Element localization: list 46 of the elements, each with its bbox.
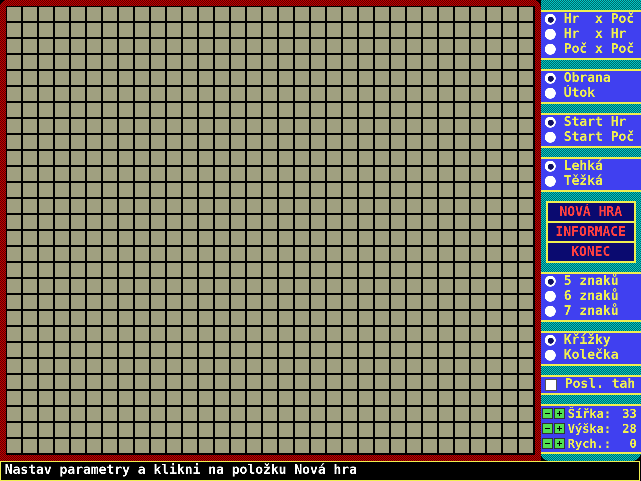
radio-option[interactable]: 7 znaků	[545, 304, 641, 319]
minus-button[interactable]	[542, 423, 553, 434]
option-label: Kolečka	[564, 348, 619, 363]
option-label: 6 znaků	[564, 289, 619, 304]
option-label: Obrana	[564, 71, 611, 86]
radio-option[interactable]: 6 znaků	[545, 289, 641, 304]
option-label: 7 znaků	[564, 304, 619, 319]
setting-label: Šířka:	[568, 406, 612, 420]
status-bar: Nastav parametry a klikni na položku Nová hra	[0, 461, 640, 481]
setting-value: 0	[630, 436, 637, 450]
option-label: Hr x Poč	[564, 12, 634, 27]
option-label: 5 znaků	[564, 274, 619, 289]
radio-option[interactable]: Start Poč	[545, 130, 641, 145]
option-label: Útok	[564, 86, 596, 101]
radio-option[interactable]: Poč x Poč	[545, 42, 641, 57]
option-label: Start Poč	[564, 130, 634, 145]
radio-option[interactable]: Útok	[545, 86, 641, 101]
option-label: Těžká	[564, 174, 604, 189]
menu-button[interactable]: INFORMACE	[548, 223, 634, 241]
radio-option[interactable]: Těžká	[545, 174, 641, 189]
radio-option[interactable]: Lehká	[545, 159, 641, 174]
setting-label: Rych.:	[568, 436, 612, 450]
plus-button[interactable]	[554, 438, 565, 449]
menu-button[interactable]: NOVÁ HRA	[548, 203, 634, 221]
option-label: Křížky	[564, 333, 611, 348]
minus-button[interactable]	[542, 408, 553, 419]
setting-label: Výška:	[568, 422, 612, 436]
option-label: Lehká	[564, 159, 604, 174]
option-label: Hr x Hr	[564, 27, 627, 42]
menu-button[interactable]: KONEC	[548, 243, 634, 261]
setting-value: 33	[622, 406, 637, 420]
radio-option[interactable]: Hr x Poč	[545, 12, 641, 27]
plus-button[interactable]	[554, 408, 565, 419]
option-label: Poč x Poč	[564, 42, 634, 57]
radio-option[interactable]: Hr x Hr	[545, 27, 641, 42]
radio-option[interactable]: Start Hr	[545, 115, 641, 130]
checkbox[interactable]	[545, 378, 557, 390]
setting-value: 28	[622, 422, 637, 436]
radio-option[interactable]: Obrana	[545, 71, 641, 86]
radio-option[interactable]: 5 znaků	[545, 274, 641, 289]
radio-option[interactable]: Kolečka	[545, 348, 641, 363]
radio-option[interactable]: Křížky	[545, 333, 641, 348]
minus-button[interactable]	[542, 438, 553, 449]
checkbox-label: Posl. tah	[565, 377, 636, 392]
option-label: Start Hr	[564, 115, 627, 130]
plus-button[interactable]	[554, 423, 565, 434]
